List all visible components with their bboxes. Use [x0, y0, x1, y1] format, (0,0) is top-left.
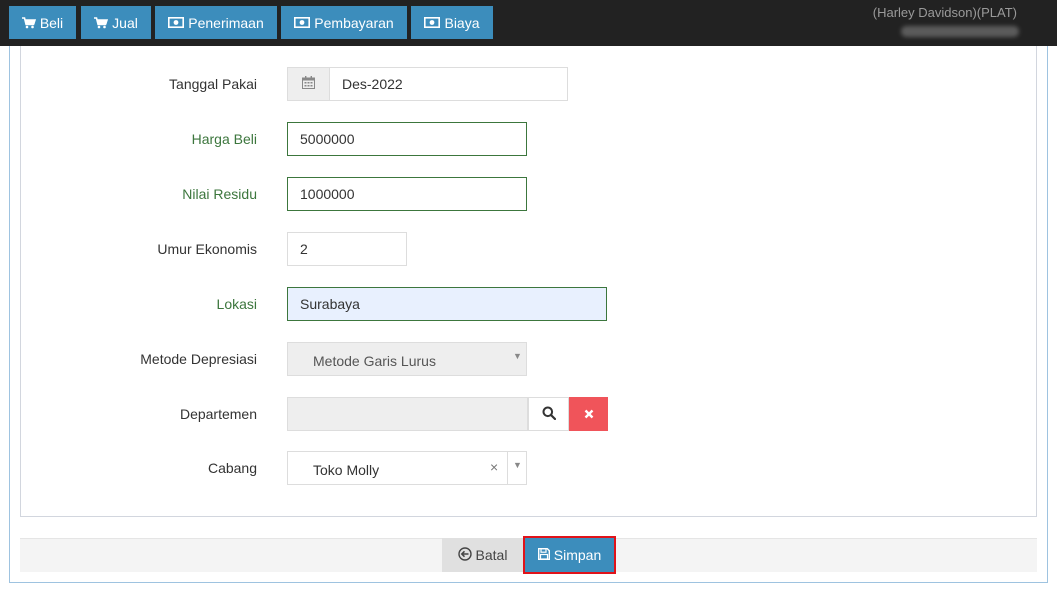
- money-icon: [424, 17, 441, 28]
- departemen-input: [287, 397, 528, 431]
- clear-selection-icon[interactable]: ×: [490, 459, 498, 475]
- select-divider: [507, 452, 508, 484]
- lokasi-input[interactable]: Surabaya: [287, 287, 607, 321]
- departemen-label: Departemen: [179, 406, 257, 422]
- harga-beli-input[interactable]: 5000000: [287, 122, 527, 156]
- nilai-residu-label: Nilai Residu: [182, 186, 257, 202]
- penerimaan-button[interactable]: Penerimaan: [155, 6, 277, 39]
- tanggal-pakai-label: Tanggal Pakai: [169, 76, 257, 92]
- top-navbar: Beli Jual Penerimaan Pembayaran Biaya (H…: [0, 0, 1057, 46]
- chevron-down-icon: ▼: [513, 351, 522, 361]
- tanggal-pakai-input[interactable]: Des-2022: [329, 67, 568, 101]
- back-circle-icon: [457, 546, 472, 564]
- money-icon: [294, 17, 311, 28]
- metode-depresiasi-select[interactable]: Metode Garis Lurus: [287, 342, 527, 376]
- save-button[interactable]: Simpan: [523, 536, 616, 574]
- calendar-addon[interactable]: [287, 67, 329, 101]
- nilai-residu-input[interactable]: 1000000: [287, 177, 527, 211]
- metode-depresiasi-label: Metode Depresiasi: [140, 351, 257, 367]
- cabang-label: Cabang: [207, 460, 257, 476]
- umur-ekonomis-label: Umur Ekonomis: [157, 241, 257, 257]
- search-icon: [542, 406, 556, 423]
- biaya-button[interactable]: Biaya: [411, 6, 493, 39]
- beli-label: Beli: [39, 14, 64, 31]
- departemen-search-button[interactable]: [528, 397, 569, 431]
- money-icon: [168, 17, 185, 28]
- penerimaan-label: Penerimaan: [188, 14, 264, 31]
- calendar-icon: [302, 76, 315, 92]
- jual-button[interactable]: Jual: [81, 6, 151, 39]
- close-icon: [584, 406, 594, 422]
- save-label: Simpan: [553, 547, 602, 563]
- pembayaran-label: Pembayaran: [314, 14, 394, 31]
- biaya-label: Biaya: [444, 14, 480, 31]
- jual-label: Jual: [112, 14, 138, 31]
- cart-icon: [94, 16, 109, 29]
- cancel-label: Batal: [475, 547, 508, 563]
- cancel-button[interactable]: Batal: [442, 538, 523, 572]
- form-body: [20, 46, 1037, 517]
- blurred-user-info: [901, 26, 1019, 37]
- harga-beli-label: Harga Beli: [191, 131, 257, 147]
- user-label[interactable]: (Harley Davidson)(PLAT): [873, 5, 1017, 20]
- chevron-down-icon: ▼: [513, 460, 522, 470]
- pembayaran-button[interactable]: Pembayaran: [281, 6, 407, 39]
- cart-icon: [21, 16, 36, 29]
- lokasi-label: Lokasi: [216, 296, 257, 312]
- beli-button[interactable]: Beli: [9, 6, 76, 39]
- save-icon: [537, 547, 550, 563]
- umur-ekonomis-input[interactable]: 2: [287, 232, 407, 266]
- departemen-clear-button[interactable]: [569, 397, 608, 431]
